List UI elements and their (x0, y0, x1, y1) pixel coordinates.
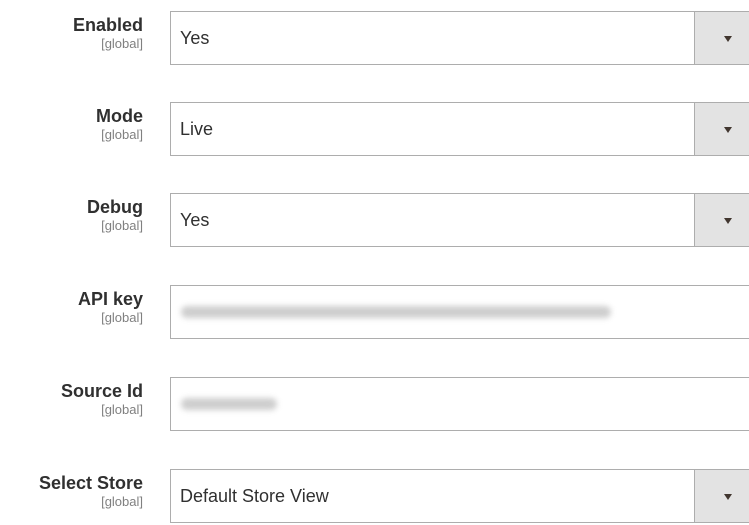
field-source-id: Source Id [global] (0, 377, 749, 433)
field-api-key: API key [global] (0, 285, 749, 341)
field-debug-label-group: Debug [global] (87, 197, 143, 234)
debug-select-toggle[interactable] (694, 194, 749, 246)
field-enabled-label: Enabled (72, 15, 143, 35)
api-key-input[interactable] (170, 285, 749, 339)
field-mode-label-group: Mode [global] (96, 106, 143, 143)
field-debug-scope: [global] (101, 218, 143, 233)
field-enabled-scope: [global] (101, 36, 143, 51)
select-store-select-value: Default Store View (180, 486, 329, 506)
field-source-id-label-group: Source Id [global] (61, 381, 143, 418)
field-select-store-label: Select Store (38, 473, 143, 493)
mode-select-value: Live (180, 119, 214, 139)
field-api-key-label: API key (77, 289, 143, 309)
mode-select[interactable]: Live (170, 102, 749, 156)
field-select-store-scope: [global] (101, 494, 143, 509)
select-store-select-toggle[interactable] (694, 470, 749, 522)
enabled-select[interactable]: Yes (170, 11, 749, 65)
field-api-key-scope: [global] (101, 310, 143, 325)
source-id-redacted-value (181, 398, 277, 410)
field-debug: Debug [global] Yes (0, 193, 749, 249)
chevron-down-icon (724, 494, 732, 500)
enabled-select-toggle[interactable] (694, 12, 749, 64)
api-key-redacted-value (181, 306, 611, 318)
field-mode: Mode [global] Live (0, 102, 749, 158)
field-select-store-label-group: Select Store [global] (39, 473, 143, 510)
field-source-id-label: Source Id (60, 381, 143, 401)
field-select-store: Select Store [global] Default Store View (0, 469, 749, 525)
field-api-key-label-group: API key [global] (78, 289, 143, 326)
field-debug-label: Debug (87, 197, 143, 217)
field-enabled: Enabled [global] Yes (0, 11, 749, 67)
field-mode-label: Mode (96, 106, 143, 126)
field-enabled-label-group: Enabled [global] (73, 15, 143, 52)
select-store-select[interactable]: Default Store View (170, 469, 749, 523)
enabled-select-value: Yes (180, 28, 210, 48)
field-mode-scope: [global] (101, 127, 143, 142)
chevron-down-icon (724, 127, 732, 133)
chevron-down-icon (724, 36, 732, 42)
chevron-down-icon (724, 218, 732, 224)
debug-select[interactable]: Yes (170, 193, 749, 247)
mode-select-toggle[interactable] (694, 103, 749, 155)
source-id-input[interactable] (170, 377, 749, 431)
field-source-id-scope: [global] (101, 402, 143, 417)
debug-select-value: Yes (180, 210, 210, 230)
